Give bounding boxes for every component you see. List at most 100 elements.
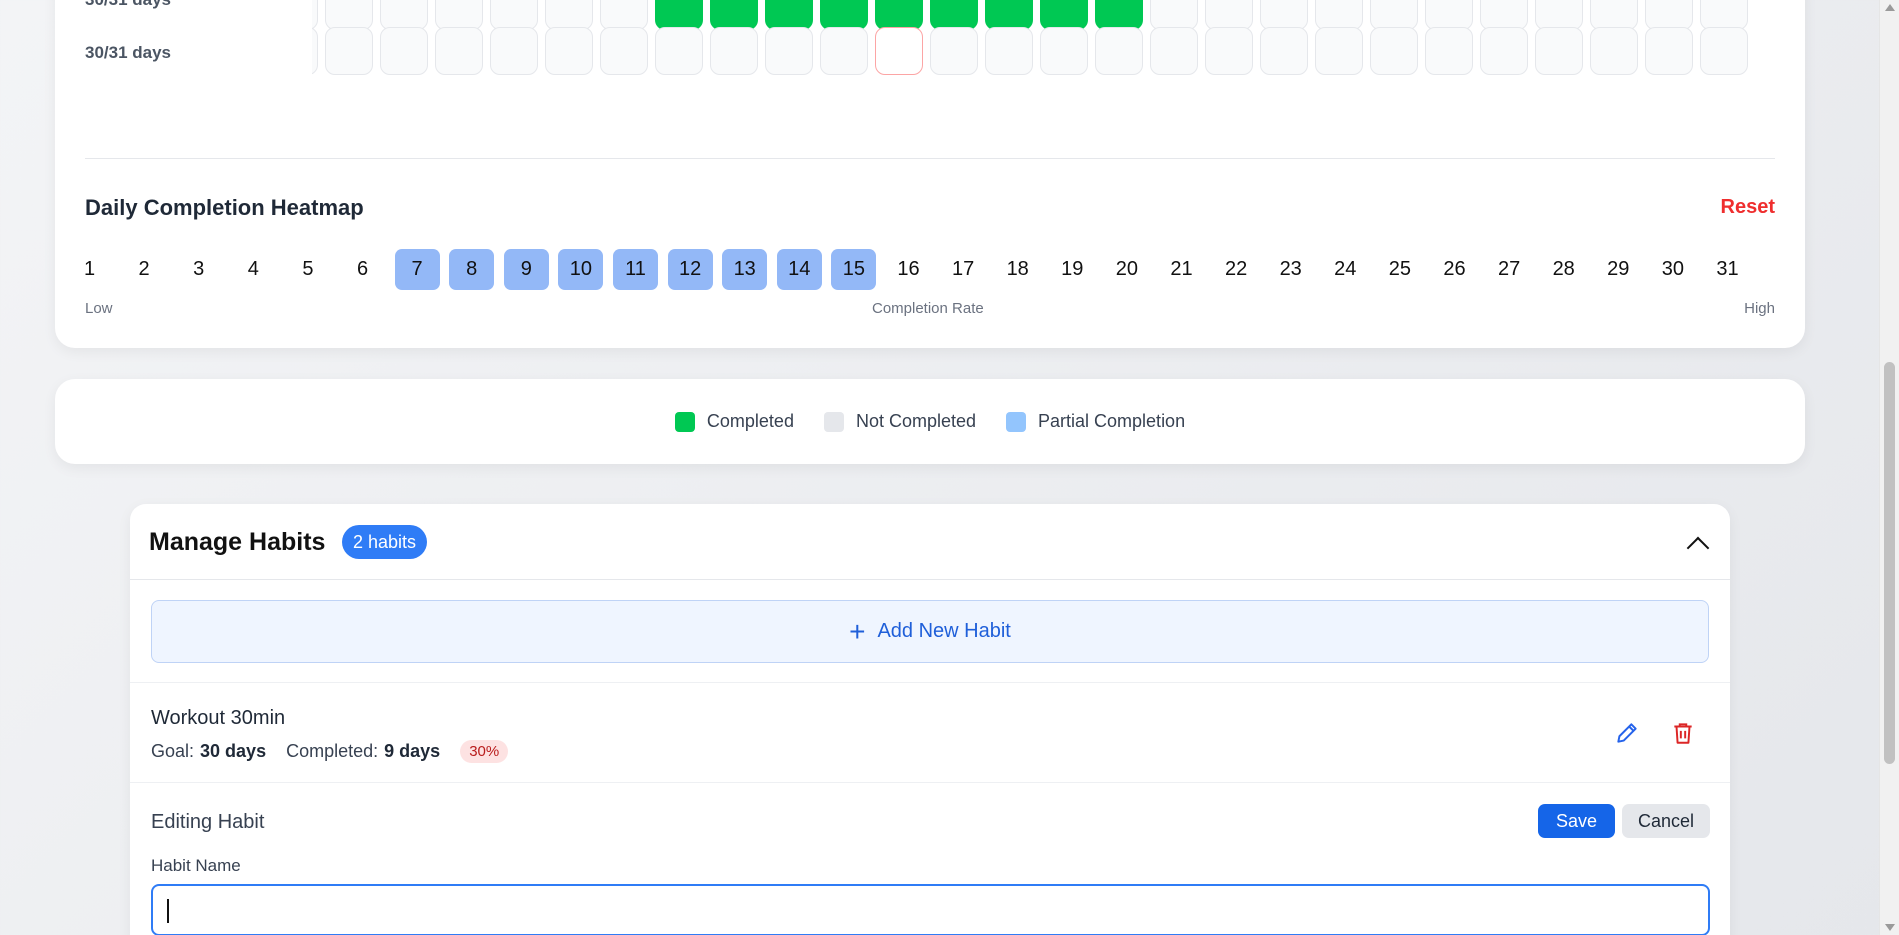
heatmap-day-3[interactable]: 3	[176, 249, 221, 290]
day-cell[interactable]	[312, 0, 318, 30]
day-cell[interactable]	[490, 0, 538, 30]
scroll-thumb[interactable]	[1884, 362, 1895, 764]
heatmap-day-29[interactable]: 29	[1596, 249, 1641, 290]
day-cell[interactable]	[1480, 0, 1528, 30]
day-cell[interactable]	[380, 27, 428, 75]
heatmap-day-23[interactable]: 23	[1268, 249, 1313, 290]
heatmap-day-24[interactable]: 24	[1323, 249, 1368, 290]
day-cell[interactable]	[930, 0, 978, 30]
day-cell[interactable]	[875, 0, 923, 30]
day-cell[interactable]	[1590, 27, 1638, 75]
day-cell[interactable]	[1590, 0, 1638, 30]
day-cell[interactable]	[1315, 27, 1363, 75]
heatmap-day-17[interactable]: 17	[941, 249, 986, 290]
heatmap-day-10[interactable]: 10	[558, 249, 604, 290]
day-cell[interactable]	[545, 27, 593, 75]
day-cell[interactable]	[985, 0, 1033, 30]
day-cell[interactable]	[325, 27, 373, 75]
day-cell[interactable]	[820, 27, 868, 75]
day-cell[interactable]	[1150, 0, 1198, 30]
heatmap-day-11[interactable]: 11	[613, 249, 658, 290]
day-cell[interactable]	[1095, 0, 1143, 30]
day-cell[interactable]	[985, 27, 1033, 75]
heatmap-day-26[interactable]: 26	[1432, 249, 1477, 290]
scrollbar[interactable]	[1879, 0, 1899, 935]
day-cell[interactable]	[1645, 0, 1693, 30]
add-habit-button[interactable]: + Add New Habit	[151, 600, 1709, 663]
heatmap-day-13[interactable]: 13	[722, 249, 768, 290]
heatmap-day-12[interactable]: 12	[667, 249, 713, 290]
heatmap-day-27[interactable]: 27	[1487, 249, 1532, 290]
heatmap-day-22[interactable]: 22	[1214, 249, 1259, 290]
day-cell[interactable]	[710, 27, 758, 75]
day-cell[interactable]	[1040, 27, 1088, 75]
save-button[interactable]: Save	[1537, 804, 1615, 838]
day-cell[interactable]	[765, 0, 813, 30]
day-cell[interactable]	[312, 27, 318, 75]
day-cell[interactable]	[1040, 0, 1088, 30]
day-cell[interactable]	[545, 0, 593, 30]
heatmap-day-4[interactable]: 4	[231, 249, 276, 290]
day-cell[interactable]	[1425, 0, 1473, 30]
heatmap-day-8[interactable]: 8	[449, 249, 495, 290]
day-cell[interactable]	[325, 0, 373, 30]
reset-button[interactable]: Reset	[1721, 196, 1775, 219]
day-cell[interactable]	[435, 27, 483, 75]
day-cell[interactable]	[1425, 27, 1473, 75]
day-cell[interactable]	[1095, 27, 1143, 75]
day-cell[interactable]	[1205, 27, 1253, 75]
goal-label: Goal:	[151, 741, 195, 761]
separator	[130, 782, 1730, 783]
manage-header[interactable]: Manage Habits 2 habits	[130, 504, 1730, 580]
day-cell[interactable]	[600, 27, 648, 75]
heatmap-day-6[interactable]: 6	[340, 249, 385, 290]
day-cell[interactable]	[435, 0, 483, 30]
cancel-button[interactable]: Cancel	[1621, 804, 1710, 838]
day-cell[interactable]	[490, 27, 538, 75]
heatmap-day-16[interactable]: 16	[886, 249, 931, 290]
heatmap-day-31[interactable]: 31	[1705, 249, 1750, 290]
day-cell[interactable]	[1700, 27, 1748, 75]
day-cell[interactable]	[1370, 27, 1418, 75]
day-cell[interactable]	[820, 0, 868, 30]
day-cell[interactable]	[710, 0, 758, 30]
day-cell[interactable]	[930, 27, 978, 75]
pencil-icon[interactable]	[1614, 720, 1640, 746]
day-cell[interactable]	[765, 27, 813, 75]
heatmap-day-19[interactable]: 19	[1050, 249, 1095, 290]
heatmap-day-15[interactable]: 15	[831, 249, 877, 290]
day-cell[interactable]	[1700, 0, 1748, 30]
day-cell[interactable]	[1370, 0, 1418, 30]
trash-icon[interactable]	[1670, 720, 1696, 746]
heatmap-day-5[interactable]: 5	[285, 249, 330, 290]
chevron-up-icon[interactable]	[1686, 536, 1710, 560]
day-cell[interactable]	[1260, 0, 1308, 30]
day-cell[interactable]	[380, 0, 428, 30]
day-cell[interactable]	[1535, 0, 1583, 30]
heatmap-day-2[interactable]: 2	[122, 249, 167, 290]
day-cell[interactable]	[1645, 27, 1693, 75]
day-cell[interactable]	[1535, 27, 1583, 75]
day-cell[interactable]	[1150, 27, 1198, 75]
day-cell[interactable]	[1480, 27, 1528, 75]
heatmap-day-18[interactable]: 18	[995, 249, 1040, 290]
habit-name-input[interactable]	[151, 884, 1710, 935]
heatmap-day-1[interactable]: 1	[67, 249, 112, 290]
heatmap-day-7[interactable]: 7	[394, 249, 440, 290]
day-cell[interactable]	[1205, 0, 1253, 30]
heatmap-day-21[interactable]: 21	[1159, 249, 1204, 290]
day-cell[interactable]	[875, 27, 923, 75]
day-cell[interactable]	[1260, 27, 1308, 75]
heatmap-day-28[interactable]: 28	[1541, 249, 1586, 290]
day-cell[interactable]	[655, 0, 703, 30]
scroll-down-arrow-icon[interactable]	[1885, 924, 1895, 931]
heatmap-day-30[interactable]: 30	[1650, 249, 1695, 290]
heatmap-day-9[interactable]: 9	[503, 249, 549, 290]
heatmap-day-25[interactable]: 25	[1377, 249, 1422, 290]
heatmap-day-20[interactable]: 20	[1104, 249, 1149, 290]
day-cell[interactable]	[655, 27, 703, 75]
scroll-up-arrow-icon[interactable]	[1885, 4, 1895, 11]
heatmap-day-14[interactable]: 14	[776, 249, 822, 290]
day-cell[interactable]	[1315, 0, 1363, 30]
day-cell[interactable]	[600, 0, 648, 30]
